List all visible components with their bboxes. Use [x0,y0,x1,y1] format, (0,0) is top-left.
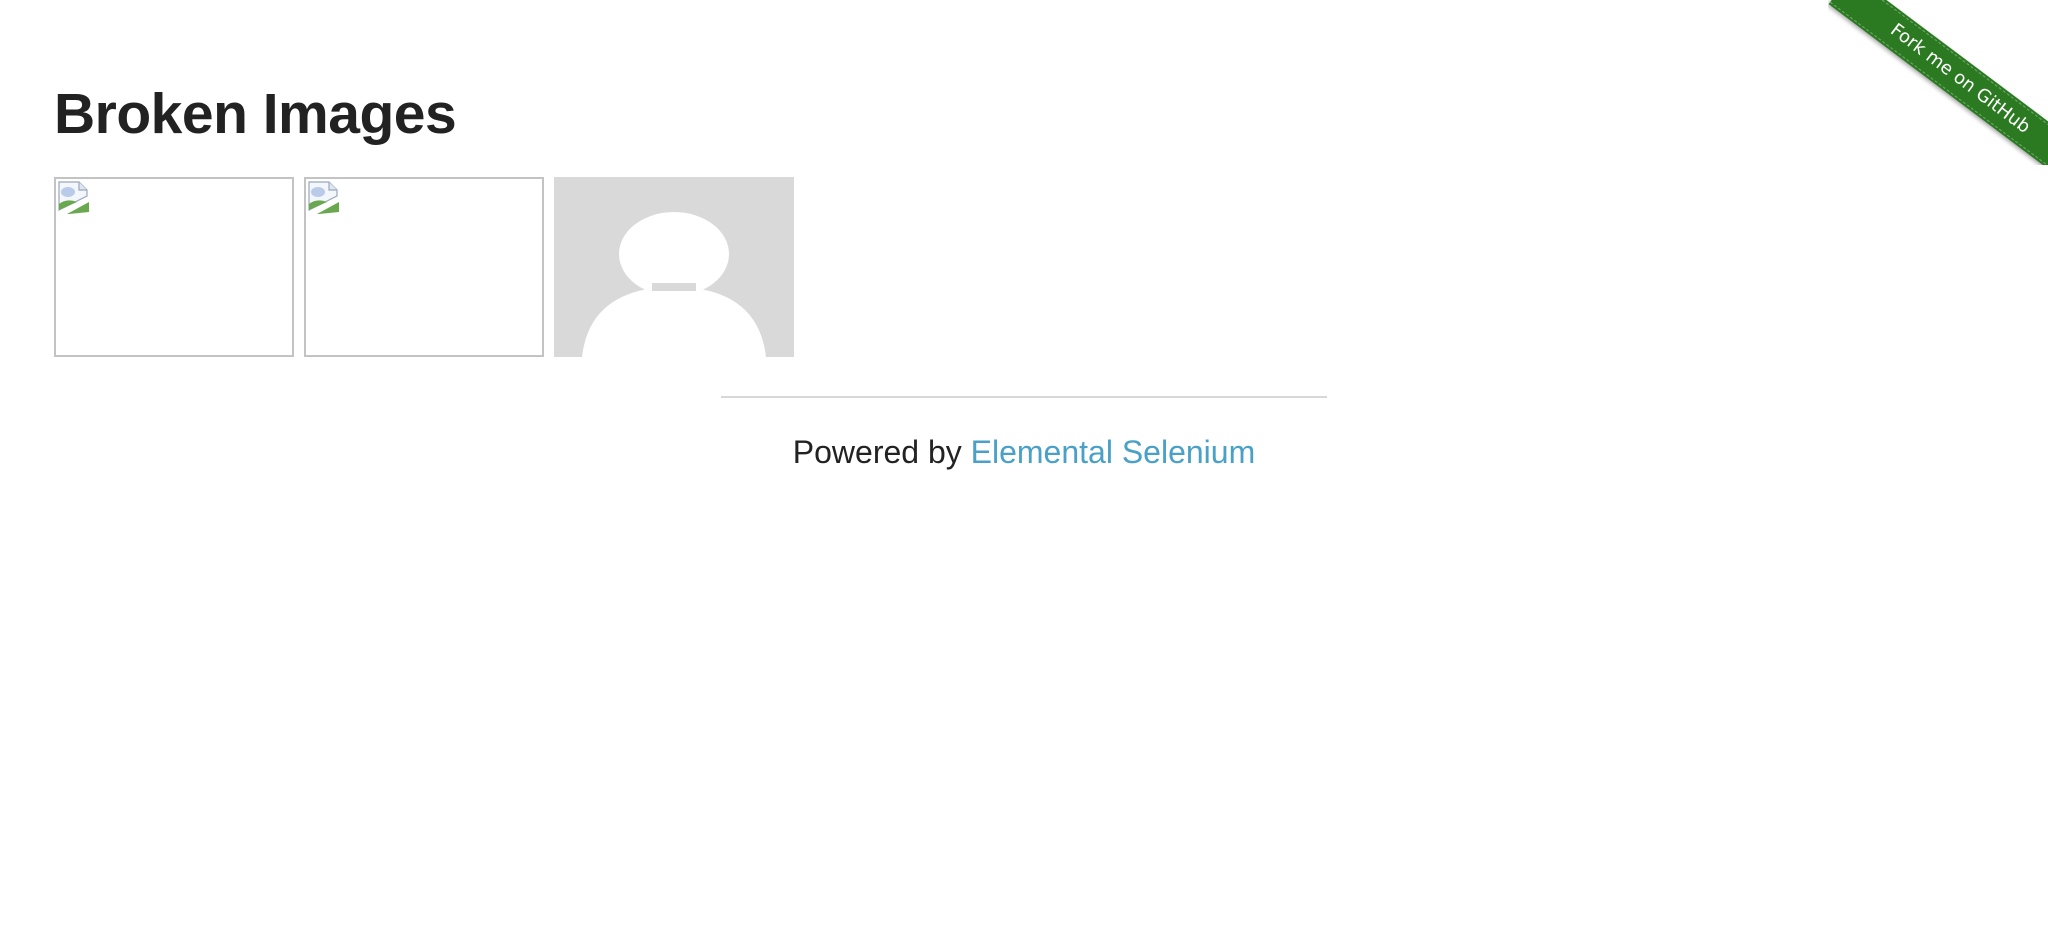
fork-me-ribbon[interactable]: Fork me on GitHub [1828,0,2048,165]
page: Fork me on GitHub Broken Images Powered … [0,0,2048,952]
avatar-placeholder-icon [554,177,794,357]
content: Broken Images [54,80,457,148]
ribbon-band: Fork me on GitHub [1828,0,2048,165]
avatar-image [554,177,794,357]
elemental-selenium-link[interactable]: Elemental Selenium [971,434,1256,470]
broken-image-icon [308,181,339,214]
footer-prefix: Powered by [792,434,971,470]
footer-divider [721,396,1327,398]
broken-image-icon [58,181,89,214]
footer: Powered by Elemental Selenium [0,428,2048,476]
broken-image-1 [54,177,294,357]
ribbon-label: Fork me on GitHub [1829,0,2048,165]
broken-image-2 [304,177,544,357]
image-row [54,177,794,357]
page-title: Broken Images [54,82,457,146]
